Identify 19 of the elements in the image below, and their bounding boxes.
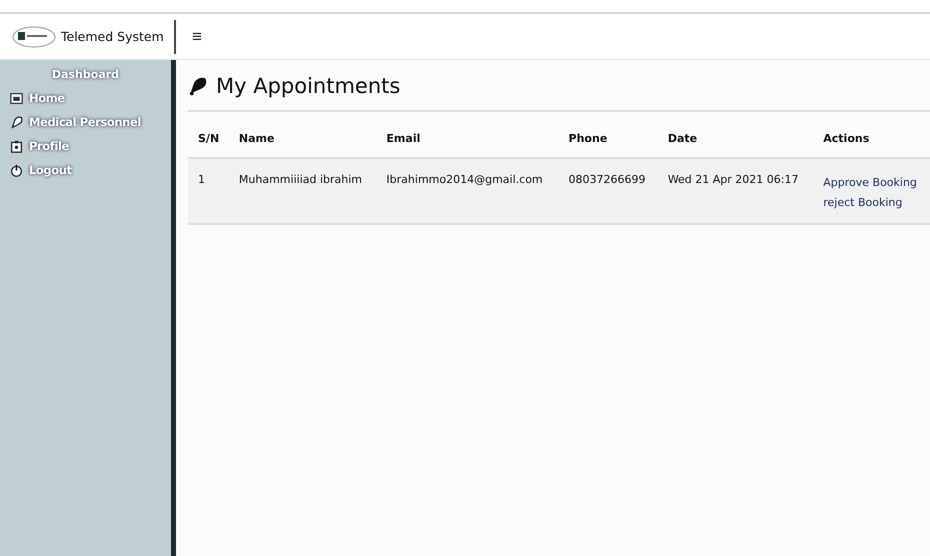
- table-cell: Ibrahimmo2014@gmail.com: [376, 158, 559, 224]
- sidebar-item[interactable]: Profile: [10, 139, 161, 153]
- action-link[interactable]: reject Booking: [823, 193, 922, 213]
- power-icon: [10, 164, 23, 176]
- menu-button[interactable]: ≡: [188, 26, 206, 46]
- page-title: My Appointments: [216, 74, 400, 98]
- sidebar-item[interactable]: Home: [10, 91, 161, 105]
- sidebar-item[interactable]: Medical Personnel: [10, 115, 161, 129]
- sidebar-item[interactable]: Logout: [10, 163, 161, 177]
- logo-icon: [12, 26, 56, 48]
- badge-icon: [10, 140, 23, 152]
- table-cell: 08037266699: [558, 158, 658, 224]
- brand-title: Telemed System: [61, 29, 164, 44]
- action-link[interactable]: Approve Booking: [823, 173, 922, 193]
- table-cell: Wed 21 Apr 2021 06:17: [658, 158, 814, 224]
- sidebar-heading: Dashboard: [50, 68, 120, 81]
- window-icon: [10, 92, 23, 104]
- table-cell: 1: [188, 158, 229, 224]
- table-cell: Muhammiiiiad ibrahim: [228, 158, 376, 224]
